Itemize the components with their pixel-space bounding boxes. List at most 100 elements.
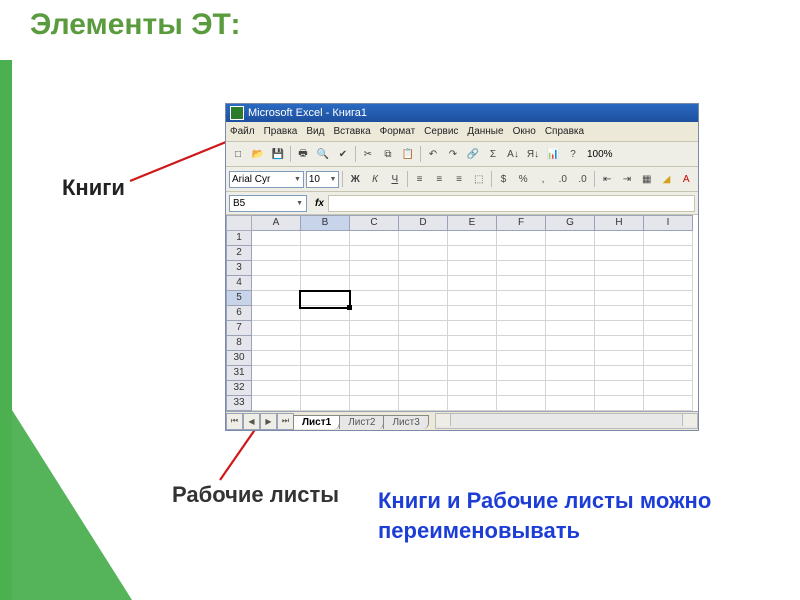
cell[interactable] [448,291,497,306]
menu-file[interactable]: Файл [230,126,255,137]
cell[interactable] [595,351,644,366]
currency-icon[interactable]: $ [495,170,513,188]
cell[interactable] [595,306,644,321]
cell[interactable] [252,306,301,321]
cell[interactable] [301,381,350,396]
fx-icon[interactable]: fx [311,198,328,209]
cell[interactable] [448,366,497,381]
cell[interactable] [595,366,644,381]
cell[interactable] [399,306,448,321]
cell[interactable] [252,366,301,381]
cell[interactable] [301,351,350,366]
cell[interactable] [595,396,644,411]
paste-icon[interactable]: 📋 [399,145,417,163]
bold-button[interactable]: Ж [346,170,364,188]
cell[interactable] [644,276,693,291]
row-header[interactable]: 5 [226,291,252,306]
cell[interactable] [399,291,448,306]
cell[interactable] [644,381,693,396]
cell[interactable] [252,261,301,276]
print-preview-icon[interactable]: 🔍 [314,145,332,163]
col-header[interactable]: G [546,215,595,231]
row-header[interactable]: 4 [226,276,252,291]
font-size-select[interactable]: 10▼ [306,171,340,188]
cell[interactable] [301,306,350,321]
cell[interactable] [644,291,693,306]
sheet-tab[interactable]: Лист3 [383,415,428,429]
tab-nav-prev[interactable]: ◀ [243,413,260,430]
cell[interactable] [546,246,595,261]
cell[interactable] [546,231,595,246]
row-header[interactable]: 2 [226,246,252,261]
tab-nav-next[interactable]: ▶ [260,413,277,430]
name-box[interactable]: B5▼ [229,195,307,212]
cell[interactable] [350,261,399,276]
cell[interactable] [252,276,301,291]
cell[interactable] [595,261,644,276]
cell[interactable] [448,381,497,396]
cell[interactable] [497,291,546,306]
open-icon[interactable]: 📂 [249,145,267,163]
cell[interactable] [252,231,301,246]
cell[interactable] [252,291,301,306]
cut-icon[interactable]: ✂ [359,145,377,163]
sort-asc-icon[interactable]: A↓ [504,145,522,163]
menu-tools[interactable]: Сервис [424,126,458,137]
cell[interactable] [644,246,693,261]
row-header[interactable]: 6 [226,306,252,321]
cell[interactable] [399,261,448,276]
percent-icon[interactable]: % [514,170,532,188]
cell[interactable] [350,381,399,396]
menu-data[interactable]: Данные [467,126,503,137]
cell[interactable] [448,231,497,246]
italic-button[interactable]: К [366,170,384,188]
cell[interactable] [644,396,693,411]
cell[interactable] [399,381,448,396]
cell[interactable] [497,396,546,411]
redo-icon[interactable]: ↷ [444,145,462,163]
cell[interactable] [546,276,595,291]
cell[interactable] [301,231,350,246]
align-left-icon[interactable]: ≡ [411,170,429,188]
cell[interactable] [448,396,497,411]
cell[interactable] [350,336,399,351]
cell[interactable] [448,306,497,321]
worksheet-grid[interactable]: A B C D E F G H I 1234567830313233 [226,215,698,411]
align-right-icon[interactable]: ≡ [450,170,468,188]
cell[interactable] [399,366,448,381]
cell[interactable] [595,276,644,291]
cell[interactable] [644,306,693,321]
cell[interactable] [644,231,693,246]
cell[interactable] [252,321,301,336]
col-header[interactable]: B [301,215,350,231]
cell[interactable] [448,351,497,366]
cell[interactable] [448,336,497,351]
col-header[interactable]: A [252,215,301,231]
cell[interactable] [252,396,301,411]
row-header[interactable]: 32 [226,381,252,396]
col-header[interactable]: E [448,215,497,231]
cell[interactable] [350,231,399,246]
cell[interactable] [301,366,350,381]
menu-edit[interactable]: Правка [264,126,298,137]
cell[interactable] [399,321,448,336]
col-header[interactable]: C [350,215,399,231]
cell[interactable] [644,351,693,366]
align-center-icon[interactable]: ≡ [430,170,448,188]
cell[interactable] [350,396,399,411]
row-header[interactable]: 3 [226,261,252,276]
cell[interactable] [546,366,595,381]
cell[interactable] [301,261,350,276]
cell[interactable] [350,276,399,291]
cell[interactable] [644,261,693,276]
cell[interactable] [301,291,350,306]
sheet-tab[interactable]: Лист1 [293,415,340,429]
cell[interactable] [301,321,350,336]
cell[interactable] [497,231,546,246]
cell[interactable] [350,246,399,261]
zoom-value[interactable]: 100% [584,149,616,160]
spellcheck-icon[interactable]: ✔ [334,145,352,163]
sheet-tab[interactable]: Лист2 [339,415,384,429]
cell[interactable] [546,306,595,321]
fill-color-icon[interactable]: ◢ [658,170,676,188]
